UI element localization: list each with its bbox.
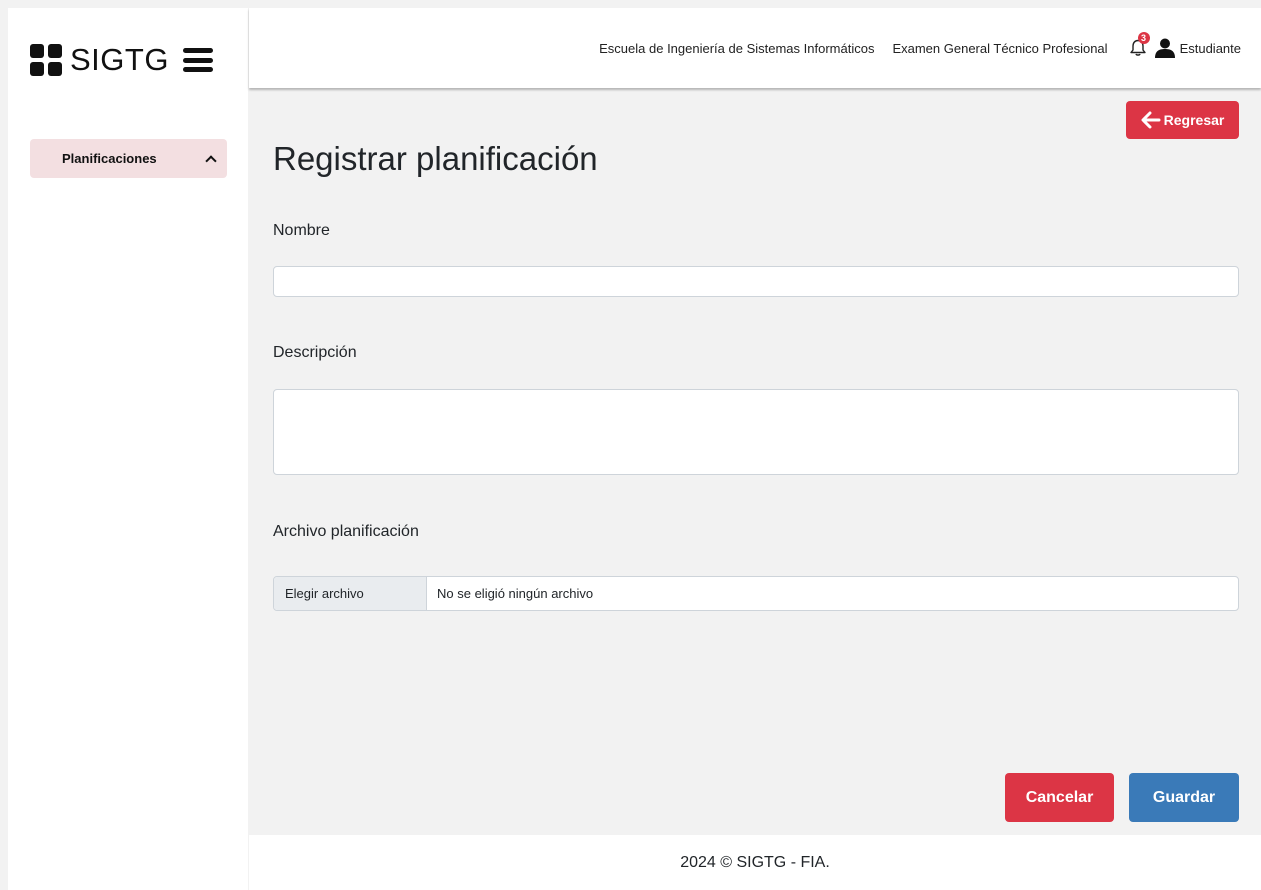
- choose-file-button[interactable]: Elegir archivo: [274, 577, 427, 610]
- file-label: Archivo planificación: [273, 523, 419, 540]
- notifications-button[interactable]: 3: [1128, 32, 1150, 58]
- sidebar-item-planificaciones[interactable]: Planificaciones: [30, 139, 227, 178]
- page-title: Registrar planificación: [273, 140, 598, 177]
- user-icon: [1154, 38, 1175, 58]
- save-button[interactable]: Guardar: [1129, 773, 1239, 822]
- back-button-label: Regresar: [1163, 112, 1225, 128]
- back-button[interactable]: Regresar: [1126, 101, 1239, 139]
- chevron-up-icon: [205, 154, 217, 167]
- cancel-button[interactable]: Cancelar: [1005, 773, 1114, 822]
- file-status: No se eligió ningún archivo: [437, 586, 594, 601]
- user-role-label: Estudiante: [1179, 40, 1241, 56]
- description-textarea[interactable]: [273, 389, 1239, 475]
- topbar: Escuela de Ingeniería de Sistemas Inform…: [249, 8, 1261, 88]
- footer: 2024 © SIGTG - FIA.: [249, 835, 1261, 890]
- nav-link-examen[interactable]: Examen General Técnico Profesional: [892, 41, 1107, 56]
- brand-name: SIGTG: [70, 42, 169, 77]
- notification-badge: 3: [1137, 32, 1150, 44]
- apps-grid-icon: [30, 44, 62, 76]
- sidebar-item-label: Planificaciones: [62, 151, 157, 166]
- user-menu[interactable]: Estudiante: [1154, 38, 1241, 58]
- arrow-left-icon: [1141, 111, 1161, 129]
- sidebar: SIGTG Planificaciones: [8, 8, 248, 890]
- file-input[interactable]: Elegir archivo No se eligió ningún archi…: [273, 576, 1239, 611]
- brand: SIGTG: [30, 40, 213, 80]
- name-label: Nombre: [273, 222, 330, 239]
- nav-link-escuela[interactable]: Escuela de Ingeniería de Sistemas Inform…: [599, 41, 874, 56]
- description-label: Descripción: [273, 344, 357, 361]
- menu-toggle-icon[interactable]: [182, 48, 213, 72]
- name-input[interactable]: [273, 266, 1239, 297]
- footer-text: 2024 © SIGTG - FIA.: [680, 853, 830, 871]
